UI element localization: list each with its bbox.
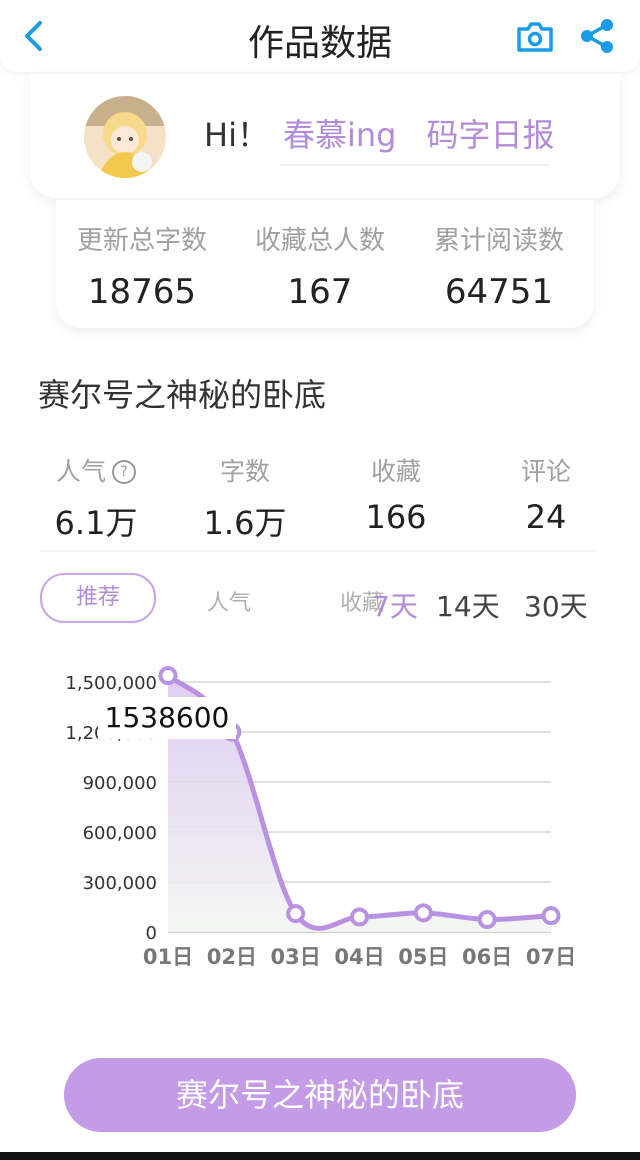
total-reads-label: 累计阅读数 <box>433 226 564 256</box>
x-tick-label: 03日 <box>271 945 321 969</box>
range-30-days[interactable]: 30天 <box>524 585 588 625</box>
help-icon[interactable]: ? <box>112 460 136 484</box>
data-point <box>286 904 306 924</box>
data-point <box>477 910 497 929</box>
y-tick-label: 600,000 <box>83 823 157 844</box>
x-tick-label: 06日 <box>462 945 512 969</box>
total-favorites-label: 收藏总人数 <box>254 226 385 256</box>
x-tick-label: 07日 <box>526 945 576 969</box>
camera-icon <box>517 22 553 52</box>
total-words-label: 更新总字数 <box>76 226 207 256</box>
work-button[interactable]: 赛尔号之神秘的卧底 <box>64 1058 576 1132</box>
daily-report-link[interactable]: 码字日报 <box>426 116 554 154</box>
y-tick-label: 0 <box>146 923 157 944</box>
y-tick-label: 1,500,000 <box>65 673 157 694</box>
tab-popularity[interactable]: 人气 <box>207 585 251 617</box>
total-reads-value: 64751 <box>444 272 554 312</box>
reads-chart: 0300,000600,000900,0001,200,0001,500,000… <box>65 666 576 969</box>
system-nav-bar <box>0 1152 640 1160</box>
stat-words-label: 字数 <box>219 457 270 486</box>
x-tick-label: 01日 <box>143 945 193 969</box>
total-words-value: 18765 <box>87 272 197 312</box>
avatar[interactable] <box>84 96 166 178</box>
work-title: 赛尔号之神秘的卧底 <box>38 376 327 414</box>
data-point <box>541 906 561 926</box>
tab-recommend[interactable]: 推荐 <box>40 573 156 623</box>
y-tick-label: 300,000 <box>83 873 157 894</box>
screenshot-button[interactable] <box>515 20 555 54</box>
data-point <box>413 903 433 923</box>
range-14-days[interactable]: 14天 <box>436 585 500 625</box>
stat-popularity-label: 人气? <box>26 452 166 488</box>
x-tick-label: 02日 <box>207 945 257 969</box>
greeting-text: Hi！ <box>204 116 269 154</box>
y-tick-label: 900,000 <box>83 773 157 794</box>
data-point <box>158 666 178 686</box>
stat-words-value: 1.6万 <box>203 504 287 542</box>
stat-favorites-label: 收藏 <box>370 457 421 486</box>
chart-tooltip: 1538600 <box>98 697 236 739</box>
stat-comments-label: 评论 <box>520 457 571 486</box>
stat-favorites-value: 166 <box>365 498 427 536</box>
greeting-line: Hi！ 春慕ing 码字日报 <box>204 110 554 156</box>
stat-comments-value: 24 <box>525 498 567 536</box>
stats-divider <box>40 550 596 552</box>
user-name: 春慕ing <box>282 116 397 154</box>
range-7-days[interactable]: 7天 <box>372 585 418 625</box>
share-button[interactable] <box>578 18 616 54</box>
data-point <box>350 907 369 927</box>
stat-popularity-value: 6.1万 <box>54 504 138 542</box>
total-favorites-value: 167 <box>287 272 353 312</box>
share-icon <box>581 19 613 53</box>
x-tick-label: 05日 <box>398 945 448 969</box>
x-tick-label: 04日 <box>334 945 384 969</box>
profile-divider <box>280 164 550 166</box>
